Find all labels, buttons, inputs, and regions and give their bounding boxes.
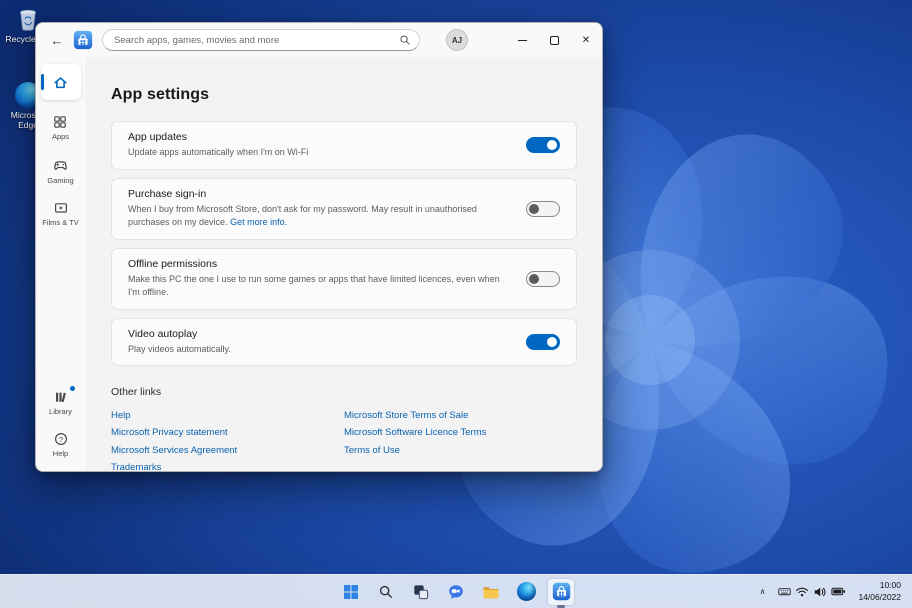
sidebar-item-apps[interactable]: Apps xyxy=(52,114,69,142)
file-explorer-button[interactable] xyxy=(478,579,504,605)
setting-description: Update apps automatically when I'm on Wi… xyxy=(128,146,504,160)
sidebar-item-help[interactable]: ? Help xyxy=(53,431,69,459)
setting-card-app-updates: App updates Update apps automatically wh… xyxy=(111,121,577,170)
windows-logo-icon xyxy=(343,584,359,600)
chat-button[interactable] xyxy=(443,579,469,605)
volume-icon[interactable] xyxy=(813,585,827,599)
toggle-knob xyxy=(529,204,539,214)
toggle-app-updates[interactable] xyxy=(526,137,560,153)
minimize-icon xyxy=(518,40,527,41)
gaming-icon xyxy=(52,157,69,174)
toggle-video-autoplay[interactable] xyxy=(526,334,560,350)
other-links: Help Microsoft Privacy statement Microso… xyxy=(111,410,577,471)
tray-chevron-up-icon[interactable]: ∧ xyxy=(752,587,774,596)
taskbar: ∧ xyxy=(0,574,912,608)
setting-title: Purchase sign-in xyxy=(128,188,504,200)
home-icon xyxy=(52,74,69,91)
chat-icon xyxy=(447,583,465,601)
start-button[interactable] xyxy=(338,579,364,605)
setting-description: Make this PC the one I use to run some g… xyxy=(128,273,504,300)
toggle-knob xyxy=(547,337,557,347)
toggle-offline-permissions[interactable] xyxy=(526,271,560,287)
apps-icon xyxy=(52,114,68,130)
store-icon xyxy=(552,582,571,601)
task-view-icon xyxy=(413,584,429,600)
sidebar-item-home[interactable] xyxy=(41,64,81,100)
setting-description-text: When I buy from Microsoft Store, don't a… xyxy=(128,204,477,228)
sidebar-item-films-tv[interactable]: Films & TV xyxy=(42,200,79,228)
setting-card-purchase-sign-in: Purchase sign-in When I buy from Microso… xyxy=(111,178,577,240)
sidebar-item-label: Films & TV xyxy=(42,219,79,228)
sidebar: Apps Gaming Films & TV xyxy=(36,57,85,471)
sidebar-item-label: Library xyxy=(49,408,72,417)
maximize-button[interactable] xyxy=(538,23,570,57)
toggle-knob xyxy=(529,274,539,284)
setting-description: Play videos automatically. xyxy=(128,343,504,357)
page-title: App settings xyxy=(111,86,577,104)
system-tray: ∧ xyxy=(752,575,910,608)
search-box[interactable] xyxy=(102,29,420,51)
link-trademarks[interactable]: Trademarks xyxy=(111,462,344,471)
link-services-agreement[interactable]: Microsoft Services Agreement xyxy=(111,445,344,457)
store-app-icon xyxy=(73,30,93,50)
minimize-button[interactable] xyxy=(506,23,538,57)
edge-icon xyxy=(517,582,536,601)
library-notification-badge xyxy=(70,386,75,391)
clock-date: 14/06/2022 xyxy=(858,592,901,603)
file-explorer-icon xyxy=(482,583,500,601)
back-button[interactable]: ← xyxy=(46,29,68,51)
desktop: Recycle Bin Microsoft Edge ← AJ ✕ xyxy=(0,0,912,608)
tray-icons[interactable] xyxy=(773,584,851,599)
setting-title: Video autoplay xyxy=(128,328,504,340)
sidebar-item-label: Gaming xyxy=(47,177,73,186)
get-more-info-link[interactable]: Get more info. xyxy=(230,217,287,227)
settings-page: App settings App updates Update apps aut… xyxy=(85,57,602,471)
toggle-purchase-sign-in[interactable] xyxy=(526,201,560,217)
maximize-icon xyxy=(550,36,559,45)
taskbar-search-button[interactable] xyxy=(373,579,399,605)
touch-keyboard-icon[interactable] xyxy=(778,585,791,598)
svg-text:?: ? xyxy=(58,435,62,444)
window-controls: ✕ xyxy=(506,23,602,57)
link-terms-of-use[interactable]: Terms of Use xyxy=(344,445,577,457)
sidebar-item-gaming[interactable]: Gaming xyxy=(47,157,73,186)
active-app-indicator xyxy=(557,605,565,608)
setting-title: App updates xyxy=(128,131,504,143)
account-avatar[interactable]: AJ xyxy=(446,29,468,51)
setting-card-offline-permissions: Offline permissions Make this PC the one… xyxy=(111,248,577,310)
sidebar-item-label: Apps xyxy=(52,133,69,142)
task-view-button[interactable] xyxy=(408,579,434,605)
edge-button[interactable] xyxy=(513,579,539,605)
taskbar-icons xyxy=(338,575,574,608)
films-tv-icon xyxy=(53,200,69,216)
link-privacy-statement[interactable]: Microsoft Privacy statement xyxy=(111,427,344,439)
store-button[interactable] xyxy=(548,579,574,605)
search-icon[interactable] xyxy=(399,34,411,46)
toggle-knob xyxy=(547,140,557,150)
setting-title: Offline permissions xyxy=(128,258,504,270)
titlebar: ← AJ ✕ xyxy=(36,23,602,57)
help-icon: ? xyxy=(53,431,69,447)
other-links-heading: Other links xyxy=(111,386,577,398)
search-icon xyxy=(378,584,394,600)
taskbar-clock[interactable]: 10:00 14/06/2022 xyxy=(851,580,910,602)
sidebar-item-library[interactable]: Library xyxy=(49,389,72,417)
search-input[interactable] xyxy=(114,35,399,46)
sidebar-item-label: Help xyxy=(53,450,68,459)
wifi-icon[interactable] xyxy=(795,585,809,599)
link-help[interactable]: Help xyxy=(111,410,344,422)
link-terms-of-sale[interactable]: Microsoft Store Terms of Sale xyxy=(344,410,577,422)
clock-time: 10:00 xyxy=(880,580,901,591)
battery-icon[interactable] xyxy=(831,584,846,599)
link-software-licence-terms[interactable]: Microsoft Software Licence Terms xyxy=(344,427,577,439)
library-icon xyxy=(53,389,69,405)
setting-description: When I buy from Microsoft Store, don't a… xyxy=(128,203,504,230)
setting-card-video-autoplay: Video autoplay Play videos automatically… xyxy=(111,318,577,367)
close-button[interactable]: ✕ xyxy=(570,23,602,57)
microsoft-store-window: ← AJ ✕ xyxy=(35,22,603,472)
